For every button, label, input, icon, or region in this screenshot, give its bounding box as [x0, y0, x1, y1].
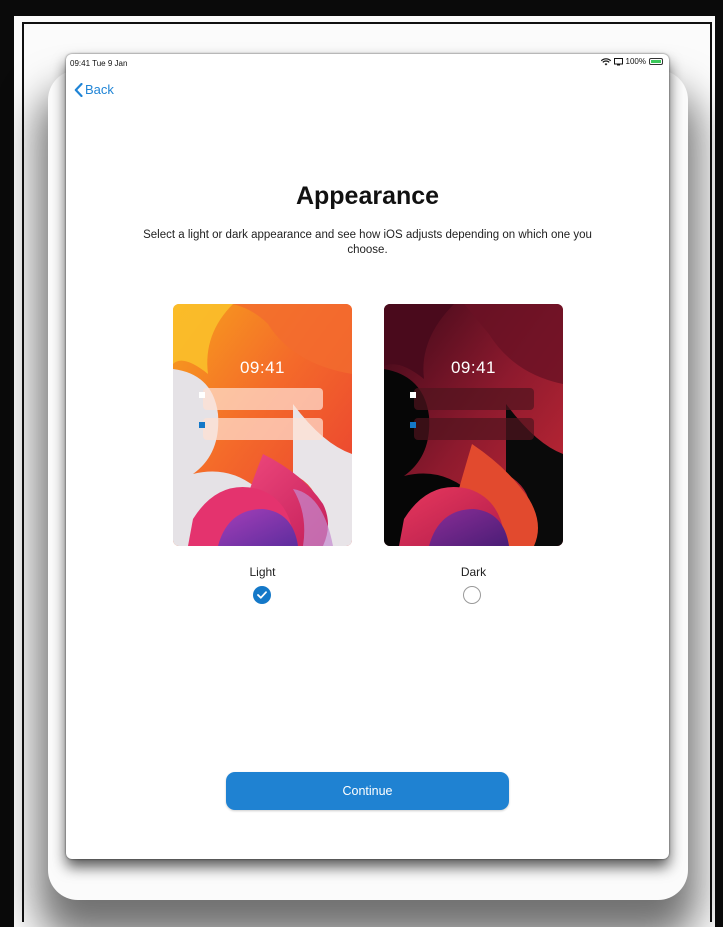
status-time-date: 09:41 Tue 9 Jan — [70, 59, 127, 68]
battery-level — [651, 60, 661, 63]
page-subtitle: Select a light or dark appearance and se… — [143, 229, 592, 256]
light-preview-notification — [199, 388, 323, 410]
back-button[interactable]: Back — [74, 82, 114, 97]
dark-preview-notification — [410, 388, 534, 410]
dark-preview-time: 09:41 — [450, 358, 497, 377]
chevron-left-icon — [74, 82, 83, 97]
dark-radio-button[interactable] — [463, 586, 481, 604]
notification-dot — [199, 392, 205, 398]
status-bar: 09:41 Tue 9 Jan 100% — [66, 54, 669, 72]
dark-option-label: Dark — [460, 565, 487, 579]
wifi-icon — [600, 57, 611, 65]
light-preview-time: 09:41 — [239, 358, 286, 377]
continue-button[interactable]: Continue — [226, 772, 509, 810]
back-label: Back — [85, 82, 114, 97]
checkmark-icon — [257, 591, 267, 599]
status-date: Tue 9 Jan — [92, 59, 128, 68]
light-preview-notification — [199, 418, 323, 440]
notification-dot — [410, 422, 416, 428]
page-title: Appearance — [295, 182, 440, 210]
dark-preview-notification — [410, 418, 534, 440]
status-indicators: 100% — [600, 57, 663, 66]
notification-dot — [410, 392, 416, 398]
light-option-label: Light — [249, 565, 276, 579]
light-radio-button[interactable] — [253, 586, 271, 604]
battery-icon — [649, 58, 663, 65]
light-appearance-preview[interactable]: 09:41 — [173, 304, 352, 546]
status-time: 09:41 — [70, 59, 91, 68]
screen-mirror-icon — [613, 57, 623, 65]
notification-dot — [199, 422, 205, 428]
ipad-screen: 09:41 Tue 9 Jan 100% Back Appearance Sel… — [66, 54, 669, 859]
dark-appearance-preview[interactable]: 09:41 — [384, 304, 563, 546]
battery-percent: 100% — [625, 57, 646, 66]
